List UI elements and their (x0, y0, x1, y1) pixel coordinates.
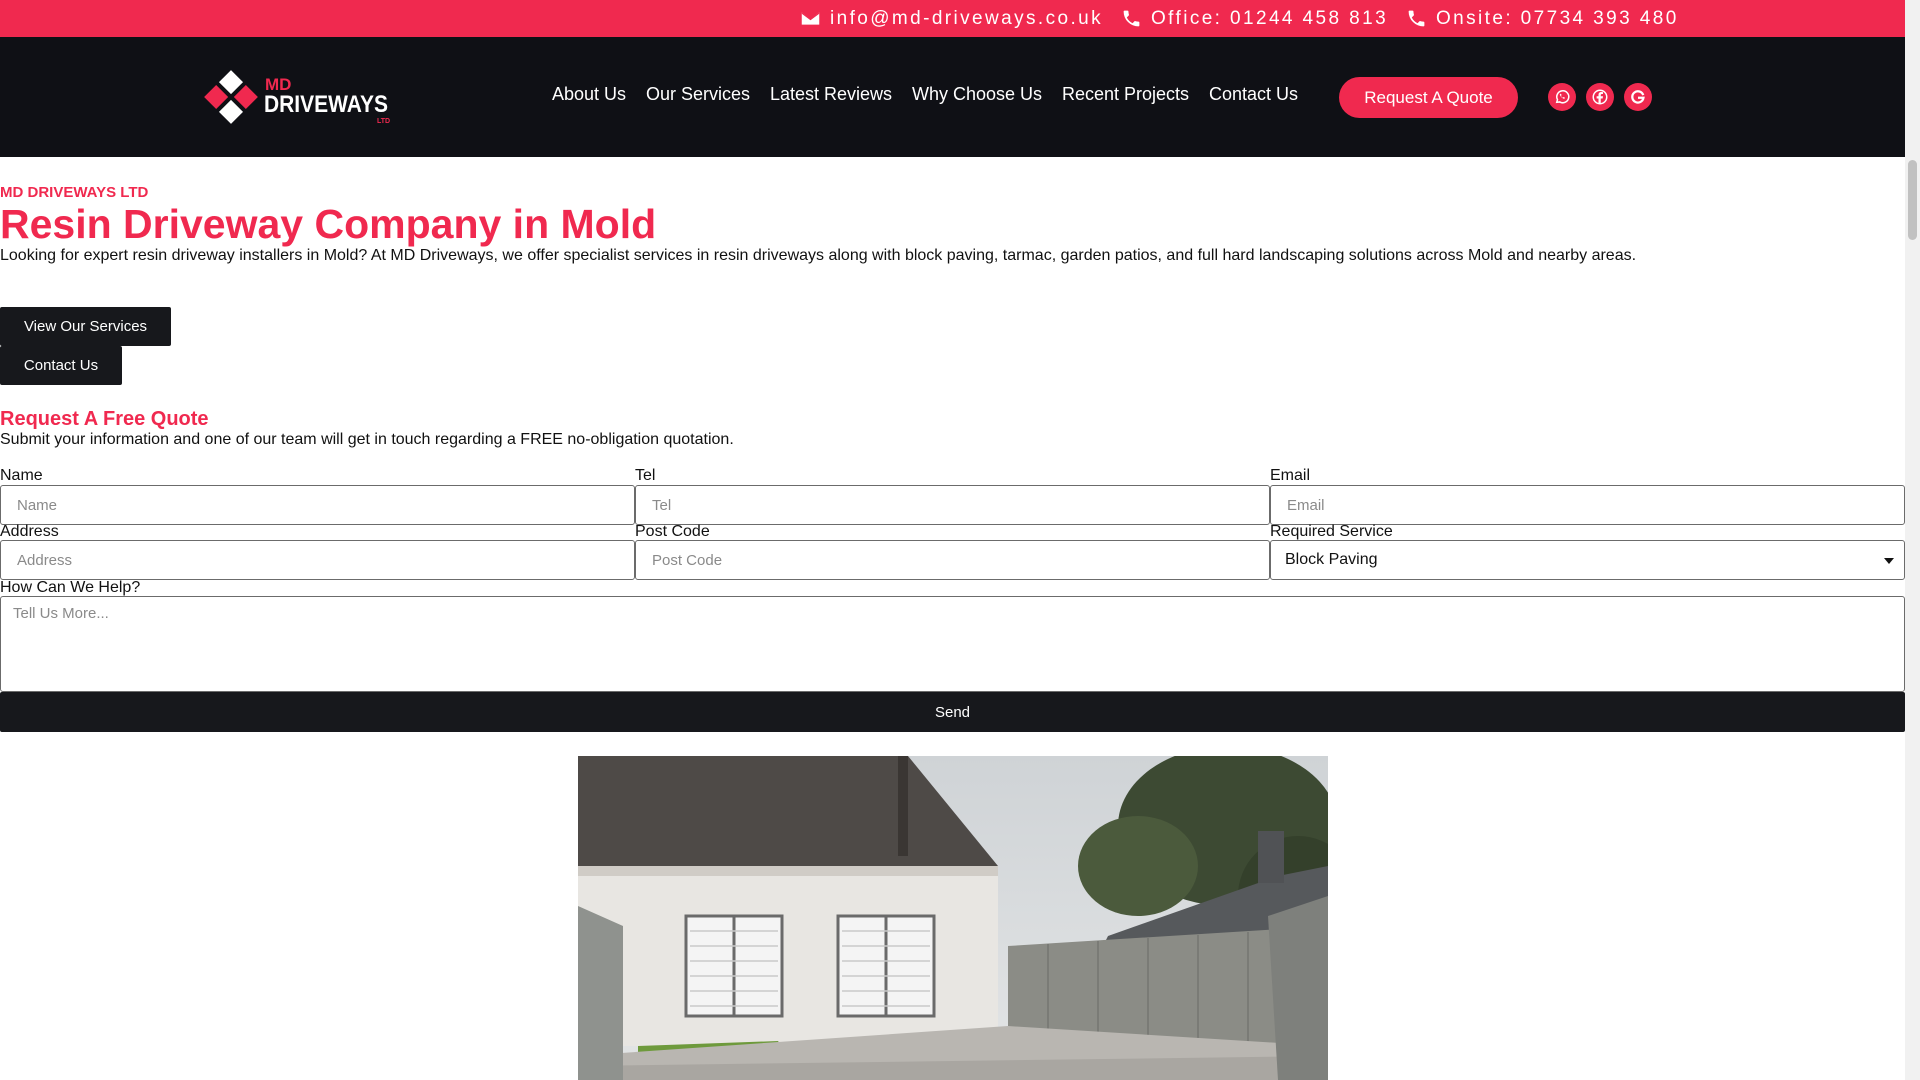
top-contact-bar: info@md-driveways.co.uk Office: 01244 45… (0, 0, 1905, 37)
nav-why-choose-us[interactable]: Why Choose Us (912, 84, 1042, 105)
dropdown-caret-icon (1884, 558, 1894, 564)
message-textarea[interactable] (0, 596, 1905, 692)
tel-input[interactable] (635, 485, 1270, 525)
address-label: Address (0, 523, 59, 540)
whatsapp-icon[interactable] (1548, 83, 1576, 111)
logo-ltd: LTD (377, 118, 390, 125)
company-eyebrow: MD DRIVEWAYS LTD (0, 184, 149, 201)
phone-icon (1123, 10, 1140, 27)
contact-us-button[interactable]: Contact Us (0, 346, 122, 385)
tel-label: Tel (635, 467, 656, 484)
name-input[interactable] (0, 485, 635, 525)
nav-recent-projects[interactable]: Recent Projects (1062, 84, 1189, 105)
facebook-icon[interactable] (1586, 83, 1614, 111)
email-text: info@md-driveways.co.uk (830, 7, 1104, 29)
service-select[interactable]: Block Paving (1270, 540, 1905, 580)
page-title: Resin Driveway Company in Mold (0, 201, 657, 247)
nav-contact-us[interactable]: Contact Us (1209, 84, 1298, 105)
postcode-input[interactable] (635, 540, 1270, 580)
hero-description: Looking for expert resin driveway instal… (0, 247, 1637, 264)
quote-form-title: Request A Free Quote (0, 408, 209, 430)
office-phone-text: Office: 01244 458 813 (1151, 7, 1389, 29)
service-selected-value: Block Paving (1285, 551, 1378, 568)
request-quote-button[interactable]: Request A Quote (1339, 77, 1518, 118)
service-label: Required Service (1270, 523, 1393, 540)
logo-driveways: DRIVEWAYS (264, 91, 388, 118)
phone-icon (1408, 10, 1425, 27)
office-phone-link[interactable]: Office: 01244 458 813 (1121, 0, 1388, 37)
name-label: Name (0, 467, 43, 484)
nav-about-us[interactable]: About Us (552, 84, 626, 105)
driveway-photo (578, 756, 1328, 1080)
site-header: MD DRIVEWAYS LTD About Us Our Services L… (0, 37, 1905, 157)
quote-form-intro: Submit your information and one of our t… (0, 431, 734, 448)
nav-latest-reviews[interactable]: Latest Reviews (770, 84, 892, 105)
onsite-phone-link[interactable]: Onsite: 07734 393 480 (1406, 0, 1679, 37)
email-label: Email (1270, 467, 1311, 484)
postcode-label: Post Code (635, 523, 710, 540)
email-link[interactable]: info@md-driveways.co.uk (800, 0, 1103, 37)
message-label: How Can We Help? (0, 579, 141, 596)
md-driveways-logo[interactable]: MD DRIVEWAYS LTD (203, 69, 391, 125)
nav-our-services[interactable]: Our Services (646, 84, 750, 105)
view-services-button[interactable]: View Our Services (0, 307, 171, 346)
address-input[interactable] (0, 540, 635, 580)
onsite-phone-text: Onsite: 07734 393 480 (1436, 7, 1679, 29)
email-input[interactable] (1270, 485, 1905, 525)
scrollbar-thumb[interactable] (1908, 160, 1917, 240)
send-button[interactable]: Send (0, 692, 1905, 732)
envelope-icon (801, 12, 820, 25)
google-icon[interactable] (1624, 83, 1652, 111)
